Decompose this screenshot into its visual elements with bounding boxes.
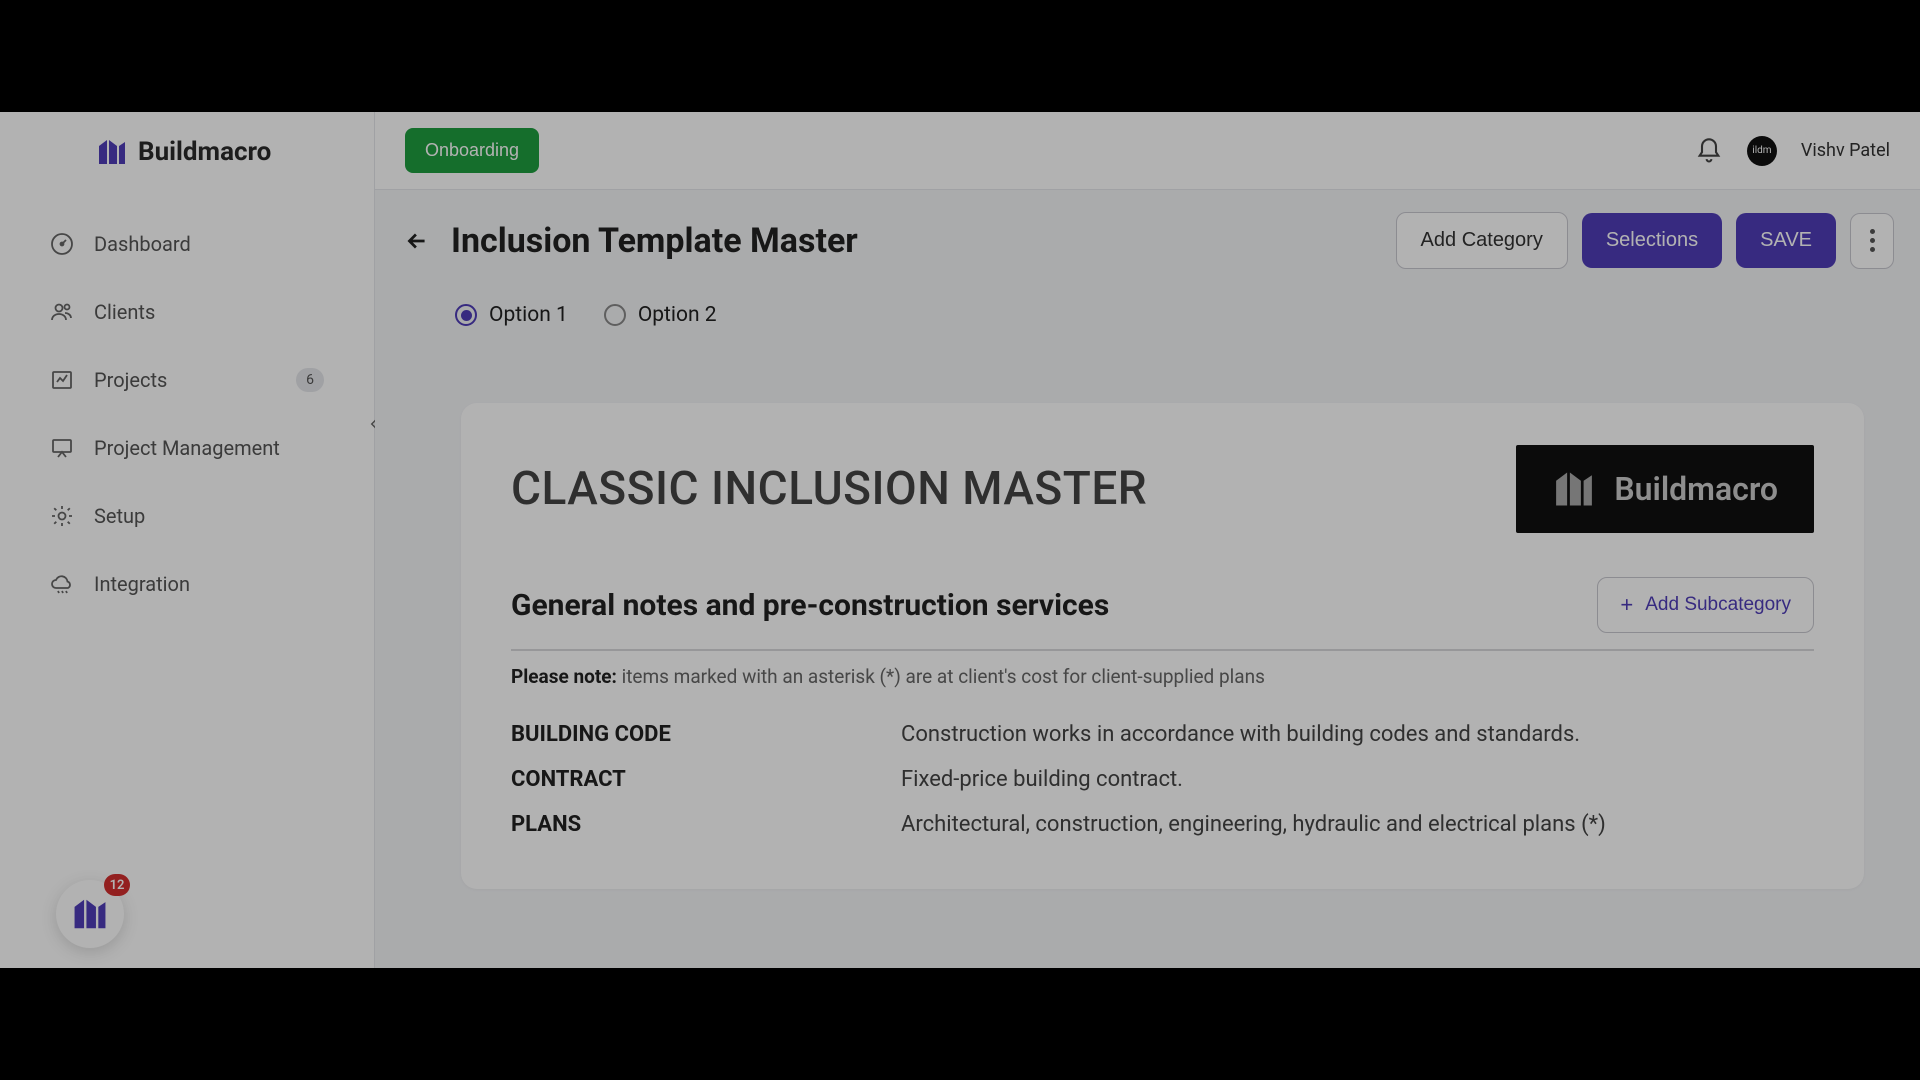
- logo-icon: [96, 136, 128, 168]
- gear-icon: [48, 502, 76, 530]
- item-key: BUILDING CODE: [511, 722, 901, 747]
- note-prefix: Please note:: [511, 665, 617, 688]
- item-row: CONTRACT Fixed-price building contract.: [511, 757, 1814, 802]
- sidebar-item-setup[interactable]: Setup: [0, 482, 374, 550]
- letterbox-top: [0, 0, 1920, 112]
- more-menu-button[interactable]: [1850, 213, 1894, 269]
- sidebar-item-clients[interactable]: Clients: [0, 278, 374, 346]
- kebab-icon: [1870, 229, 1875, 252]
- logo[interactable]: Buildmacro: [0, 112, 374, 200]
- item-key: CONTRACT: [511, 767, 901, 792]
- note-text: items marked with an asterisk (*) are at…: [617, 665, 1265, 688]
- sidebar-item-label: Project Management: [94, 436, 280, 460]
- sidebar-item-integration[interactable]: Integration: [0, 550, 374, 618]
- floating-notification-button[interactable]: 12: [56, 880, 124, 948]
- sidebar-item-dashboard[interactable]: Dashboard: [0, 210, 374, 278]
- brand-block: Buildmacro: [1516, 445, 1814, 533]
- avatar[interactable]: ildm: [1747, 136, 1777, 166]
- letterbox-bottom: [0, 968, 1920, 1080]
- sidebar-item-label: Projects: [94, 368, 167, 392]
- plus-icon: +: [1620, 592, 1633, 618]
- note-line: Please note: items marked with an asteri…: [511, 665, 1814, 688]
- top-header: Onboarding ildm Vishv Patel: [375, 112, 1920, 190]
- radio-label: Option 1: [489, 303, 568, 327]
- viewport: Buildmacro Dashboard Clients Projects: [0, 112, 1920, 968]
- item-row: BUILDING CODE Construction works in acco…: [511, 712, 1814, 757]
- users-icon: [48, 298, 76, 326]
- option-radio-group: Option 1 Option 2: [401, 289, 1894, 367]
- section-title: General notes and pre-construction servi…: [511, 588, 1109, 623]
- section-header: General notes and pre-construction servi…: [511, 577, 1814, 651]
- inclusion-card: CLASSIC INCLUSION MASTER Buildmacro Gene…: [461, 403, 1864, 889]
- radio-option-2[interactable]: Option 2: [604, 303, 717, 327]
- brand-text: Buildmacro: [1614, 470, 1778, 508]
- sidebar-item-label: Dashboard: [94, 232, 191, 256]
- selections-button[interactable]: Selections: [1582, 213, 1722, 268]
- username: Vishv Patel: [1801, 140, 1890, 161]
- notification-count: 12: [104, 874, 130, 896]
- projects-badge: 6: [296, 368, 324, 392]
- card-title-row: CLASSIC INCLUSION MASTER Buildmacro: [511, 445, 1814, 533]
- save-button[interactable]: SAVE: [1736, 213, 1836, 268]
- item-val: Fixed-price building contract.: [901, 767, 1814, 792]
- add-category-button[interactable]: Add Category: [1396, 212, 1568, 269]
- radio-option-1[interactable]: Option 1: [455, 303, 568, 327]
- sidebar-item-project-management[interactable]: Project Management: [0, 414, 374, 482]
- sidebar-item-projects[interactable]: Projects 6: [0, 346, 374, 414]
- cloud-icon: [48, 570, 76, 598]
- add-subcategory-label: Add Subcategory: [1645, 594, 1791, 616]
- back-arrow-icon[interactable]: [401, 225, 433, 257]
- card-title: CLASSIC INCLUSION MASTER: [511, 462, 1147, 516]
- main-content: Inclusion Template Master Add Category S…: [375, 190, 1920, 968]
- page-actions: Add Category Selections SAVE: [1396, 212, 1894, 269]
- item-row: PLANS Architectural, construction, engin…: [511, 802, 1814, 847]
- item-val: Architectural, construction, engineering…: [901, 812, 1814, 837]
- radio-icon: [604, 304, 626, 326]
- add-subcategory-button[interactable]: + Add Subcategory: [1597, 577, 1814, 633]
- page-title: Inclusion Template Master: [451, 221, 858, 261]
- sidebar-item-label: Setup: [94, 504, 145, 528]
- items-list: BUILDING CODE Construction works in acco…: [511, 712, 1814, 847]
- gauge-icon: [48, 230, 76, 258]
- onboarding-button[interactable]: Onboarding: [405, 128, 539, 173]
- radio-label: Option 2: [638, 303, 717, 327]
- page-header: Inclusion Template Master Add Category S…: [401, 212, 1894, 269]
- logo-text: Buildmacro: [138, 137, 271, 167]
- radio-icon: [455, 304, 477, 326]
- bell-icon[interactable]: [1695, 137, 1723, 165]
- item-val: Construction works in accordance with bu…: [901, 722, 1814, 747]
- sidebar-item-label: Clients: [94, 300, 155, 324]
- sidebar-item-label: Integration: [94, 572, 190, 596]
- item-key: PLANS: [511, 812, 901, 837]
- nav: Dashboard Clients Projects 6 Project Ma: [0, 200, 374, 628]
- presentation-icon: [48, 434, 76, 462]
- chart-icon: [48, 366, 76, 394]
- sidebar: Buildmacro Dashboard Clients Projects: [0, 112, 375, 968]
- header-right: ildm Vishv Patel: [1695, 136, 1890, 166]
